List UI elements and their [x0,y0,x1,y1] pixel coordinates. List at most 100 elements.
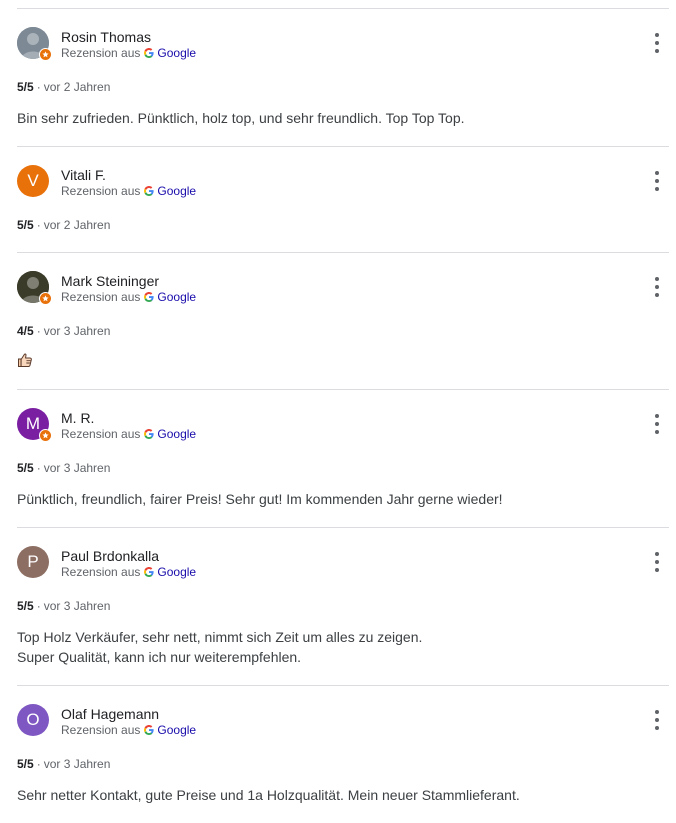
avatar-container: V [17,165,49,197]
source-prefix: Rezension aus [61,184,141,198]
rating-score: 5/5 [17,218,34,232]
more-options-button[interactable] [649,33,665,53]
source-prefix: Rezension aus [61,46,141,60]
avatar-container: O [17,704,49,736]
more-options-button[interactable] [649,171,665,191]
review-date: vor 3 Jahren [43,324,111,338]
google-g-icon [144,292,154,302]
meta-separator: · [36,324,41,338]
review-meta: 5/5 · vor 3 Jahren [17,598,669,614]
avatar-letter: P [27,552,39,571]
review-header: Rosin Thomas Rezension aus Google [17,9,669,79]
more-options-icon [655,552,659,556]
avatar-letter: O [26,710,40,729]
rating-score: 5/5 [17,599,34,613]
review-header: Mark Steininger Rezension aus Google [17,253,669,323]
review-item: V Vitali F. Rezension aus Google 5/5 · vor… [17,146,669,252]
more-options-dot [655,41,659,45]
source-link[interactable]: Google [157,46,196,60]
review-text: Pünktlich, freundlich, fairer Preis! Seh… [17,489,669,509]
avatar-container: P [17,546,49,578]
avatar-container [17,271,52,305]
source-link[interactable]: Google [157,290,196,304]
source-link[interactable]: Google [157,427,196,441]
source-link[interactable]: Google [157,184,196,198]
review-text-line: Bin sehr zufrieden. Pünktlich, holz top,… [17,110,465,126]
review-date: vor 3 Jahren [43,757,111,771]
source-link[interactable]: Google [157,565,196,579]
local-guide-badge-icon [39,48,52,61]
more-options-dot [655,430,659,434]
review-header: M M. R. Rezension aus Google [17,390,669,460]
reviewer-name[interactable]: Mark Steininger [61,272,159,290]
review-text-line: Super Qualität, kann ich nur weiterempfe… [17,649,302,665]
more-options-button[interactable] [649,414,665,434]
review-source: Rezension aus Google [61,564,196,580]
local-guide-badge-icon [39,292,52,305]
reviewer-name[interactable]: Paul Brdonkalla [61,547,159,565]
review-text-line: Sehr netter Kontakt, gute Preise und 1a … [17,787,520,803]
more-options-dot [655,726,659,730]
more-options-button[interactable] [649,710,665,730]
avatar-container [17,27,52,61]
more-options-dot [655,187,659,191]
review-source: Rezension aus Google [61,722,196,738]
review-date: vor 3 Jahren [43,461,111,475]
source-link[interactable]: Google [157,723,196,737]
google-g-icon [144,725,154,735]
google-g-icon [144,48,154,58]
rating-score: 5/5 [17,461,34,475]
more-options-dot [655,179,659,183]
meta-separator: · [36,599,41,613]
review-item: Rosin Thomas Rezension aus Google 5/5 · vo… [17,8,669,146]
source-prefix: Rezension aus [61,427,141,441]
review-item: M M. R. Rezension aus Google 5/5 · vor 3 J… [17,389,669,527]
review-meta: 4/5 · vor 3 Jahren [17,323,669,339]
reviewer-name[interactable]: Olaf Hagemann [61,705,159,723]
review-text-line: Top Holz Verkäufer, sehr nett, nimmt sic… [17,629,423,645]
review-text: Bin sehr zufrieden. Pünktlich, holz top,… [17,108,669,128]
avatar[interactable]: V [17,165,49,197]
more-options-icon [655,33,659,37]
more-options-icon [655,277,659,281]
review-source: Rezension aus Google [61,45,196,61]
meta-separator: · [36,461,41,475]
reviewer-name[interactable]: Vitali F. [61,166,106,184]
google-g-icon [144,186,154,196]
review-text: Top Holz Verkäufer, sehr nett, nimmt sic… [17,627,669,667]
review-header: V Vitali F. Rezension aus Google [17,147,669,217]
review-header: P Paul Brdonkalla Rezension aus Google [17,528,669,598]
review-source: Rezension aus Google [61,426,196,442]
review-meta: 5/5 · vor 3 Jahren [17,756,669,772]
review-meta: 5/5 · vor 3 Jahren [17,460,669,476]
reviewer-name[interactable]: Rosin Thomas [61,28,151,46]
meta-separator: · [36,80,41,94]
source-prefix: Rezension aus [61,290,141,304]
rating-score: 5/5 [17,757,34,771]
review-source: Rezension aus Google [61,289,196,305]
rating-score: 5/5 [17,80,34,94]
thumbs-up-icon [18,353,32,367]
avatar-letter: V [27,171,39,190]
review-text-line: Pünktlich, freundlich, fairer Preis! Seh… [17,491,503,507]
meta-separator: · [36,218,41,232]
avatar-container: M [17,408,52,442]
review-list: Rosin Thomas Rezension aus Google 5/5 · vo… [17,8,669,823]
more-options-icon [655,171,659,175]
review-meta: 5/5 · vor 2 Jahren [17,217,669,233]
rating-score: 4/5 [17,324,34,338]
review-text: Sehr netter Kontakt, gute Preise und 1a … [17,785,669,805]
more-options-dot [655,568,659,572]
review-date: vor 2 Jahren [43,80,111,94]
review-date: vor 3 Jahren [43,599,111,613]
more-options-button[interactable] [649,552,665,572]
meta-separator: · [36,757,41,771]
local-guide-badge-icon [39,429,52,442]
more-options-dot [655,422,659,426]
more-options-button[interactable] [649,277,665,297]
avatar[interactable]: O [17,704,49,736]
review-date: vor 2 Jahren [43,218,111,232]
avatar[interactable]: P [17,546,49,578]
reviewer-name[interactable]: M. R. [61,409,94,427]
review-meta: 5/5 · vor 2 Jahren [17,79,669,95]
